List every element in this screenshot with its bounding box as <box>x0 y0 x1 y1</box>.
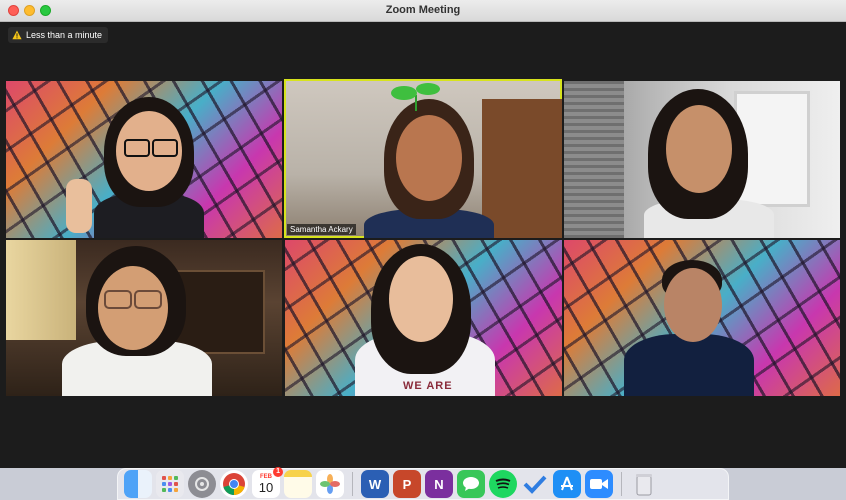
calendar-notification-badge: 1 <box>273 467 283 477</box>
app-store-icon[interactable] <box>553 470 581 498</box>
wooden-cabinet <box>482 99 562 238</box>
participant-face <box>666 105 732 193</box>
participant-body <box>624 334 754 396</box>
chrome-icon[interactable] <box>220 470 248 498</box>
meeting-time-badge: Less than a minute <box>8 27 109 43</box>
video-tile-2[interactable]: Samantha Ackary <box>284 79 562 238</box>
video-tile-1[interactable] <box>6 81 282 238</box>
curtain <box>6 240 76 340</box>
window-title: Zoom Meeting <box>385 4 461 16</box>
meeting-time-text: Less than a minute <box>26 30 103 40</box>
sprout-filter-icon <box>391 83 440 111</box>
video-tile-5[interactable]: WE ARE <box>285 240 562 396</box>
finder-icon[interactable] <box>124 470 152 498</box>
participant-face <box>664 268 722 342</box>
glasses-left <box>104 290 132 309</box>
zoom-window: Zoom Meeting Less than a minute Samantha… <box>0 0 846 468</box>
window-blinds <box>564 81 624 238</box>
video-tile-3[interactable] <box>564 81 840 238</box>
photos-icon[interactable] <box>316 470 344 498</box>
system-preferences-icon[interactable] <box>188 470 216 498</box>
messages-icon[interactable] <box>457 470 485 498</box>
trash-icon[interactable] <box>630 470 658 498</box>
dock-separator <box>621 472 622 496</box>
launchpad-icon[interactable] <box>156 470 184 498</box>
zoom-icon[interactable] <box>585 470 613 498</box>
tasks-icon[interactable] <box>521 470 549 498</box>
spotify-icon[interactable] <box>489 470 517 498</box>
peace-sign-hand <box>66 179 92 233</box>
video-tile-6[interactable] <box>564 240 840 396</box>
glasses-right <box>152 139 178 157</box>
calendar-day: 10 <box>258 479 274 495</box>
onenote-icon[interactable]: N <box>425 470 453 498</box>
glasses-right <box>134 290 162 309</box>
powerpoint-icon[interactable]: P <box>393 470 421 498</box>
participant-face <box>396 115 462 201</box>
participant-face <box>389 256 453 342</box>
participant-name-label: Samantha Ackary <box>287 224 356 235</box>
dock-separator <box>352 472 353 496</box>
calendar-icon[interactable]: FEB 10 1 <box>252 467 283 498</box>
word-icon[interactable]: W <box>361 470 389 498</box>
shirt-text: WE ARE <box>403 380 453 392</box>
glasses-left <box>124 139 150 157</box>
title-bar: Zoom Meeting <box>0 0 846 22</box>
video-tile-4[interactable] <box>6 240 282 396</box>
warning-icon <box>12 30 22 40</box>
notes-icon[interactable] <box>284 470 312 498</box>
dock: FEB 10 1 W P N <box>117 467 729 500</box>
